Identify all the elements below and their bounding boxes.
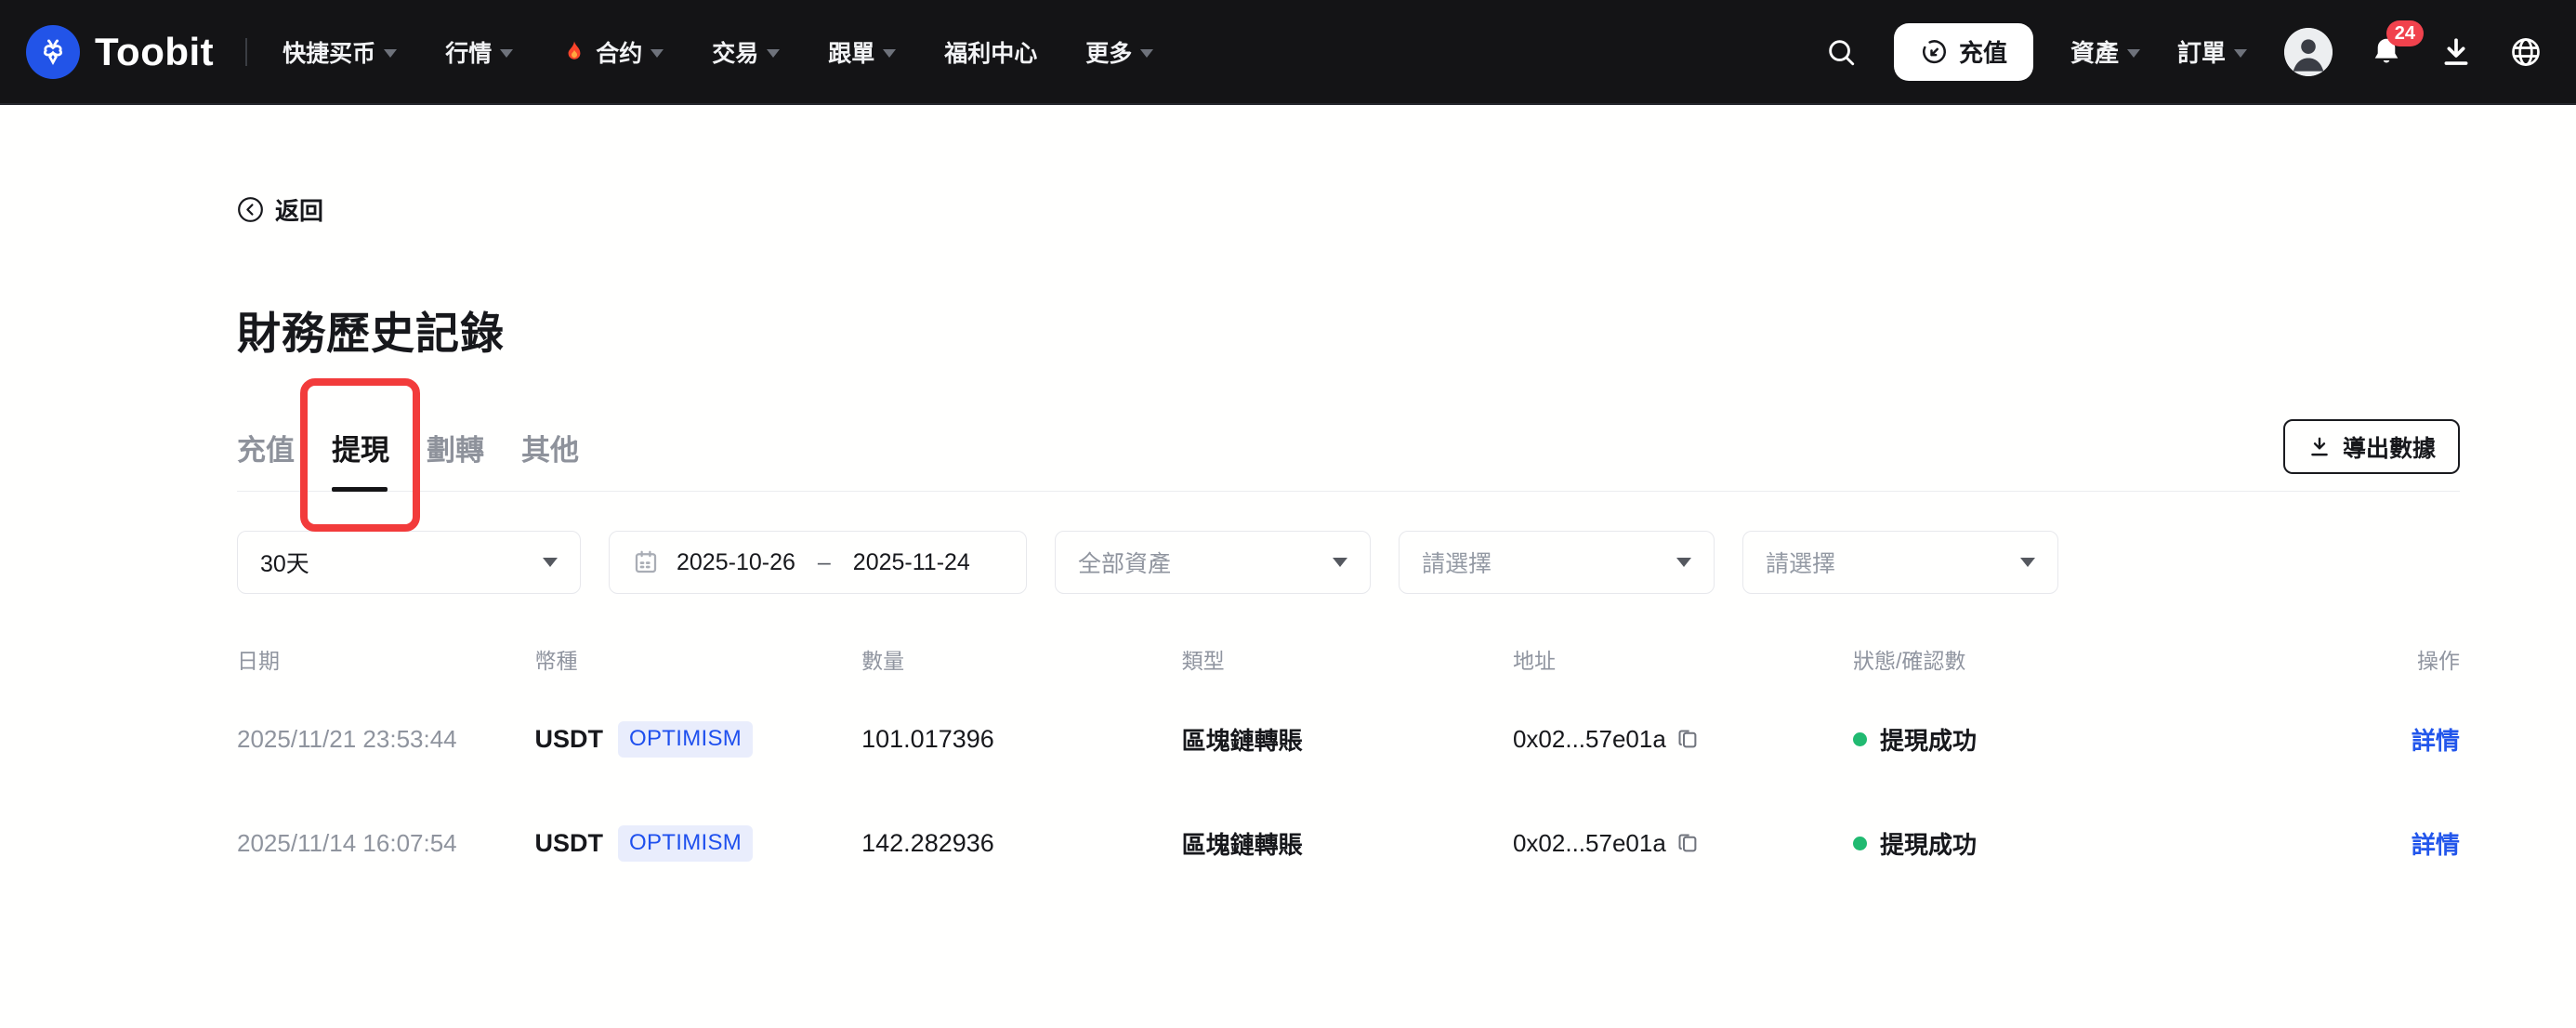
top-nav: Toobit 快捷买币 行情 合约 交易 跟單 福利中心 更多 充值 資產 訂單…	[0, 0, 2576, 105]
orders-menu[interactable]: 訂單	[2177, 34, 2247, 69]
chevron-down-icon	[500, 49, 514, 58]
download-app-icon[interactable]	[2440, 36, 2472, 68]
brand-name: Toobit	[95, 29, 215, 73]
deposit-button[interactable]: 充值	[1893, 22, 2033, 81]
assets-menu[interactable]: 資產	[2070, 34, 2140, 69]
language-globe-icon[interactable]	[2509, 35, 2543, 69]
filter-bar: 30天 2025-10-26 – 2025-11-24 全部資產 請選擇 請選擇	[237, 531, 2460, 594]
chevron-down-icon	[1676, 558, 1691, 567]
chevron-down-icon	[1140, 49, 1154, 58]
network-tag: OPTIMISM	[618, 720, 754, 758]
menu-item-futures[interactable]: 合约	[561, 35, 664, 69]
main-content: 返回 財務歷史記錄 充值 提現 劃轉 其他 導出數據 30天 2025-10-2…	[0, 105, 2576, 895]
amount-value: 101.017396	[861, 724, 994, 753]
header-coin: 幣種	[534, 649, 578, 673]
menu-item-buy-crypto[interactable]: 快捷买币	[283, 35, 398, 69]
header-status: 狀態/確認數	[1852, 649, 1966, 673]
menu-item-trade[interactable]: 交易	[712, 35, 781, 69]
type-select[interactable]: 請選擇	[1399, 531, 1715, 594]
status-text: 提現成功	[1879, 726, 1977, 755]
back-label: 返回	[275, 197, 324, 225]
table-header-row: 日期 幣種 數量 類型 地址 狀態/確認數 操作	[237, 631, 2460, 687]
menu-item-rewards-hub[interactable]: 福利中心	[944, 35, 1037, 69]
brand-logo[interactable]: Toobit	[26, 24, 215, 79]
tabs-row: 充值 提現 劃轉 其他 導出數據	[237, 378, 2460, 532]
tab-other[interactable]: 其他	[521, 415, 579, 491]
withdrawal-history-table: 日期 幣種 數量 類型 地址 狀態/確認數 操作 2025/11/21 23:5…	[237, 631, 2460, 895]
period-select[interactable]: 30天	[237, 531, 581, 594]
header-amount: 數量	[861, 649, 905, 673]
notifications-bell-icon[interactable]: 24	[2370, 20, 2424, 69]
table-row: 2025/11/14 16:07:54 USDT OPTIMISM 142.28…	[237, 791, 2460, 895]
header-action: 操作	[2416, 649, 2460, 673]
menu-item-markets[interactable]: 行情	[445, 35, 514, 69]
detail-link[interactable]: 詳情	[2412, 727, 2460, 755]
amount-value: 142.282936	[861, 828, 994, 857]
tab-withdraw[interactable]: 提現	[300, 378, 420, 532]
status-success-dot	[1852, 731, 1867, 746]
status-success-dot	[1852, 836, 1867, 850]
chevron-down-icon	[2234, 49, 2247, 58]
network-tag: OPTIMISM	[618, 824, 754, 862]
main-menu: 快捷买币 行情 合约 交易 跟單 福利中心 更多	[283, 35, 1154, 69]
detail-link[interactable]: 詳情	[2412, 831, 2460, 859]
row-date: 2025/11/14 16:07:54	[237, 828, 457, 857]
calendar-icon	[632, 548, 660, 576]
deposit-icon	[1920, 38, 1948, 66]
status-text: 提現成功	[1879, 830, 1977, 859]
menu-item-copy-trading[interactable]: 跟單	[828, 35, 897, 69]
transfer-type: 區塊鏈轉賬	[1181, 726, 1303, 755]
notification-badge: 24	[2385, 20, 2424, 46]
chevron-down-icon	[543, 558, 558, 567]
chevron-down-icon	[1333, 558, 1347, 567]
tab-transfer[interactable]: 劃轉	[427, 415, 484, 491]
coin-symbol: USDT	[534, 724, 604, 753]
active-tab-underline	[332, 487, 388, 492]
date-from: 2025-10-26	[677, 548, 795, 575]
chevron-down-icon	[767, 49, 781, 58]
flame-icon	[561, 39, 587, 65]
page-title: 財務歷史記錄	[237, 309, 505, 358]
status-select[interactable]: 請選擇	[1742, 531, 2058, 594]
back-circle-icon	[237, 196, 264, 223]
menu-item-more[interactable]: 更多	[1085, 35, 1154, 69]
chevron-down-icon	[651, 49, 664, 58]
export-download-icon	[2307, 435, 2332, 459]
search-icon[interactable]	[1825, 36, 1857, 68]
chevron-down-icon	[883, 49, 897, 58]
address-value: 0x02...57e01a	[1512, 828, 1666, 857]
chevron-down-icon	[2126, 49, 2140, 58]
toobit-bee-icon	[26, 24, 80, 79]
coin-symbol: USDT	[534, 828, 604, 857]
address-value: 0x02...57e01a	[1512, 724, 1666, 753]
header-date: 日期	[237, 649, 280, 673]
copy-icon[interactable]	[1676, 831, 1701, 856]
table-row: 2025/11/21 23:53:44 USDT OPTIMISM 101.01…	[237, 687, 2460, 791]
chevron-down-icon	[384, 49, 398, 58]
date-range-picker[interactable]: 2025-10-26 – 2025-11-24	[609, 531, 1027, 594]
row-date: 2025/11/21 23:53:44	[237, 724, 457, 753]
nav-divider	[245, 37, 248, 66]
date-separator: –	[817, 548, 831, 575]
asset-select[interactable]: 全部資產	[1055, 531, 1371, 594]
profile-avatar-icon[interactable]	[2284, 27, 2333, 76]
chevron-down-icon	[2020, 558, 2035, 567]
header-address: 地址	[1512, 649, 1556, 673]
history-tabs: 充值 提現 劃轉 其他	[237, 378, 579, 532]
transfer-type: 區塊鏈轉賬	[1181, 830, 1303, 859]
date-to: 2025-11-24	[852, 548, 970, 575]
tab-deposit[interactable]: 充值	[237, 415, 295, 491]
copy-icon[interactable]	[1676, 727, 1701, 752]
header-type: 類型	[1181, 649, 1225, 673]
back-button[interactable]: 返回	[237, 192, 323, 227]
export-data-button[interactable]: 導出數據	[2282, 419, 2460, 474]
